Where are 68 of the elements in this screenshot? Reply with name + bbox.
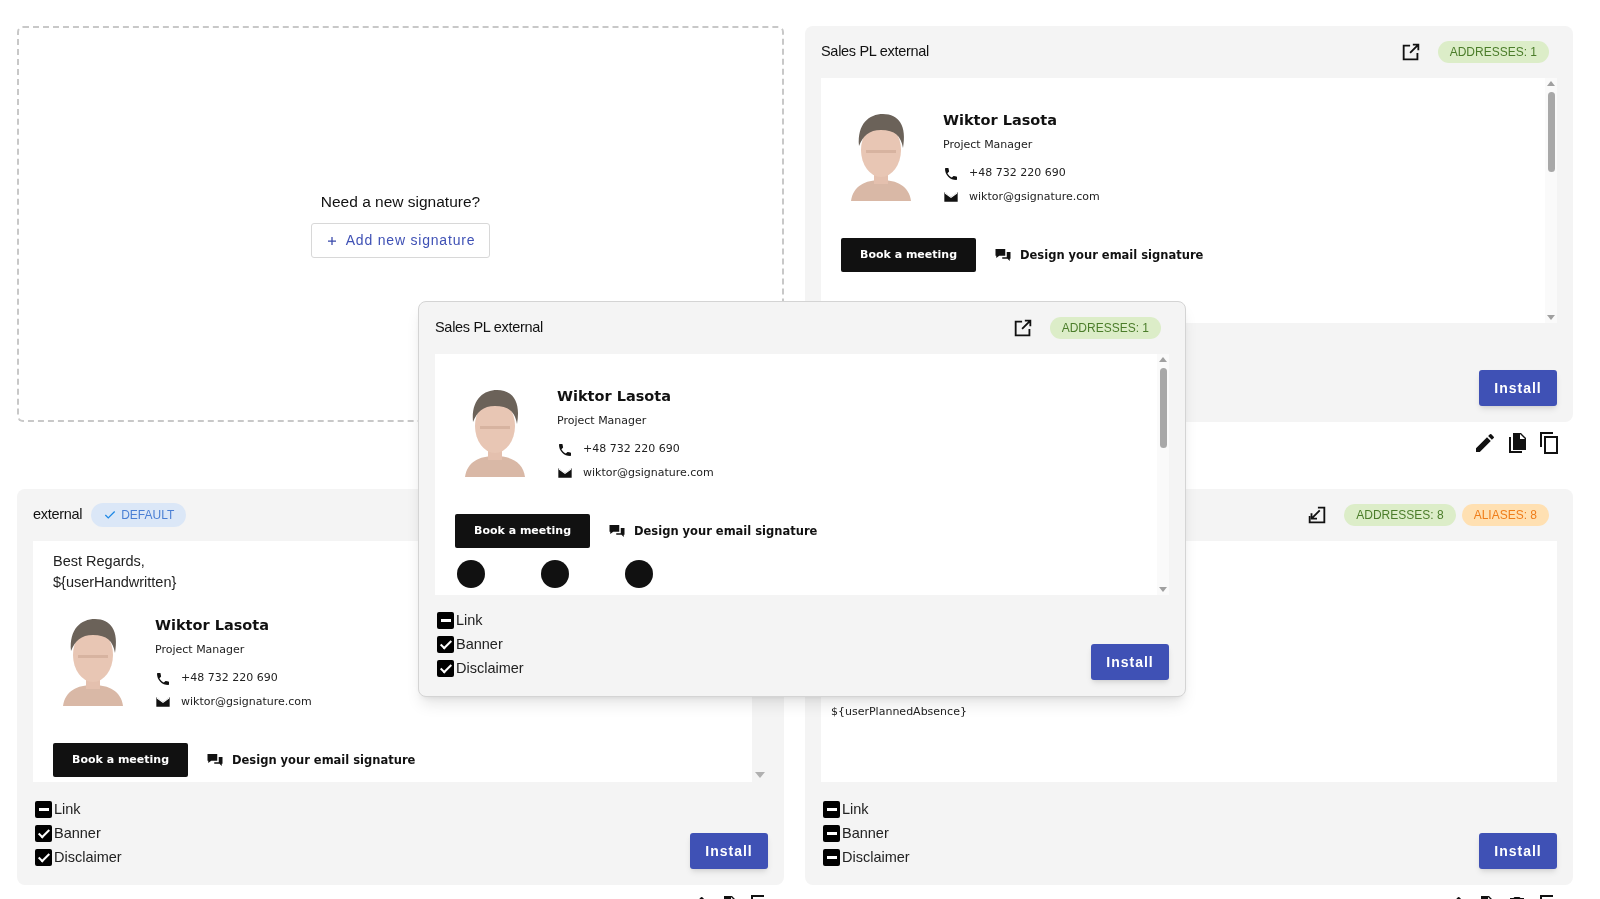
option-label[interactable]: Link — [54, 798, 81, 821]
checkbox[interactable] — [437, 660, 454, 677]
checkbox[interactable] — [823, 825, 840, 842]
email-link[interactable]: wiktor@gsignature.com — [583, 464, 714, 482]
checkbox[interactable] — [823, 801, 840, 818]
default-label: DEFAULT — [121, 507, 175, 524]
edit-icon[interactable] — [1473, 431, 1497, 455]
mail-icon — [943, 189, 959, 205]
meeting-button[interactable]: Book a meeting — [841, 238, 976, 273]
option-label[interactable]: Banner — [456, 633, 503, 656]
design-link[interactable]: Design your email signature — [634, 522, 818, 540]
scrollbar[interactable] — [1545, 78, 1557, 323]
checkbox[interactable] — [35, 849, 52, 866]
count-badge: ALIASES: 8 — [1461, 504, 1549, 526]
job-title: Project Manager — [557, 412, 647, 429]
person-name: Wiktor Lasota — [557, 387, 672, 406]
option-label[interactable]: Banner — [842, 822, 889, 845]
plus-icon — [325, 234, 338, 247]
option-label[interactable]: Disclaimer — [842, 846, 910, 869]
person-name: Wiktor Lasota — [155, 616, 270, 635]
placeholder-text: ${userPlannedAbsence} — [831, 704, 967, 720]
card-title: Sales PL external — [435, 318, 543, 338]
greeting-text: ${userHandwritten} — [53, 573, 177, 592]
phone-icon — [943, 165, 959, 182]
meeting-button[interactable]: Book a meeting — [53, 743, 188, 778]
count-badge: ADDRESSES: 8 — [1344, 504, 1456, 526]
job-title: Project Manager — [943, 136, 1033, 153]
option-label[interactable]: Banner — [54, 822, 101, 845]
prompt-text: Need a new signature? — [320, 191, 481, 212]
checkbox[interactable] — [823, 849, 840, 866]
email-link[interactable]: wiktor@gsignature.com — [969, 188, 1100, 206]
count-badge: ADDRESSES: 1 — [1437, 41, 1549, 63]
scrollbar[interactable] — [1157, 354, 1169, 595]
checkbox[interactable] — [35, 825, 52, 842]
card-title: external — [33, 505, 83, 525]
install-button[interactable]: Install — [1479, 370, 1557, 406]
phone-icon — [155, 670, 171, 687]
phone-number: +48 732 220 690 — [969, 165, 1066, 182]
design-link[interactable]: Design your email signature — [232, 751, 416, 769]
phone-number: +48 732 220 690 — [181, 670, 278, 687]
install-button[interactable]: Install — [1091, 644, 1169, 680]
checkbox[interactable] — [35, 801, 52, 818]
add-signature-button[interactable]: Add new signature — [310, 223, 491, 259]
social-icon — [457, 560, 485, 589]
social-icon — [541, 560, 569, 589]
design-link[interactable]: Design your email signature — [1020, 246, 1204, 264]
option-label[interactable]: Disclaimer — [456, 657, 524, 680]
mail-icon — [557, 465, 573, 481]
check-icon — [103, 508, 118, 522]
job-title: Project Manager — [155, 641, 245, 658]
email-link[interactable]: wiktor@gsignature.com — [181, 693, 312, 711]
install-button[interactable]: Install — [1479, 833, 1557, 869]
mail-icon — [155, 694, 171, 710]
copy-icon[interactable] — [1537, 431, 1561, 455]
option-label[interactable]: Link — [456, 609, 483, 632]
checkbox[interactable] — [437, 636, 454, 653]
checkbox[interactable] — [437, 612, 454, 629]
social-icon — [625, 560, 653, 589]
option-label[interactable]: Disclaimer — [54, 846, 122, 869]
option-label[interactable]: Link — [842, 798, 869, 821]
greeting-text: Best Regards, — [53, 552, 145, 571]
install-button[interactable]: Install — [690, 833, 768, 869]
card-title: Sales PL external — [821, 42, 929, 62]
meeting-button[interactable]: Book a meeting — [455, 514, 590, 549]
phone-icon — [557, 441, 573, 458]
count-badge: ADDRESSES: 1 — [1049, 317, 1161, 339]
phone-number: +48 732 220 690 — [583, 441, 680, 458]
person-name: Wiktor Lasota — [943, 111, 1058, 130]
